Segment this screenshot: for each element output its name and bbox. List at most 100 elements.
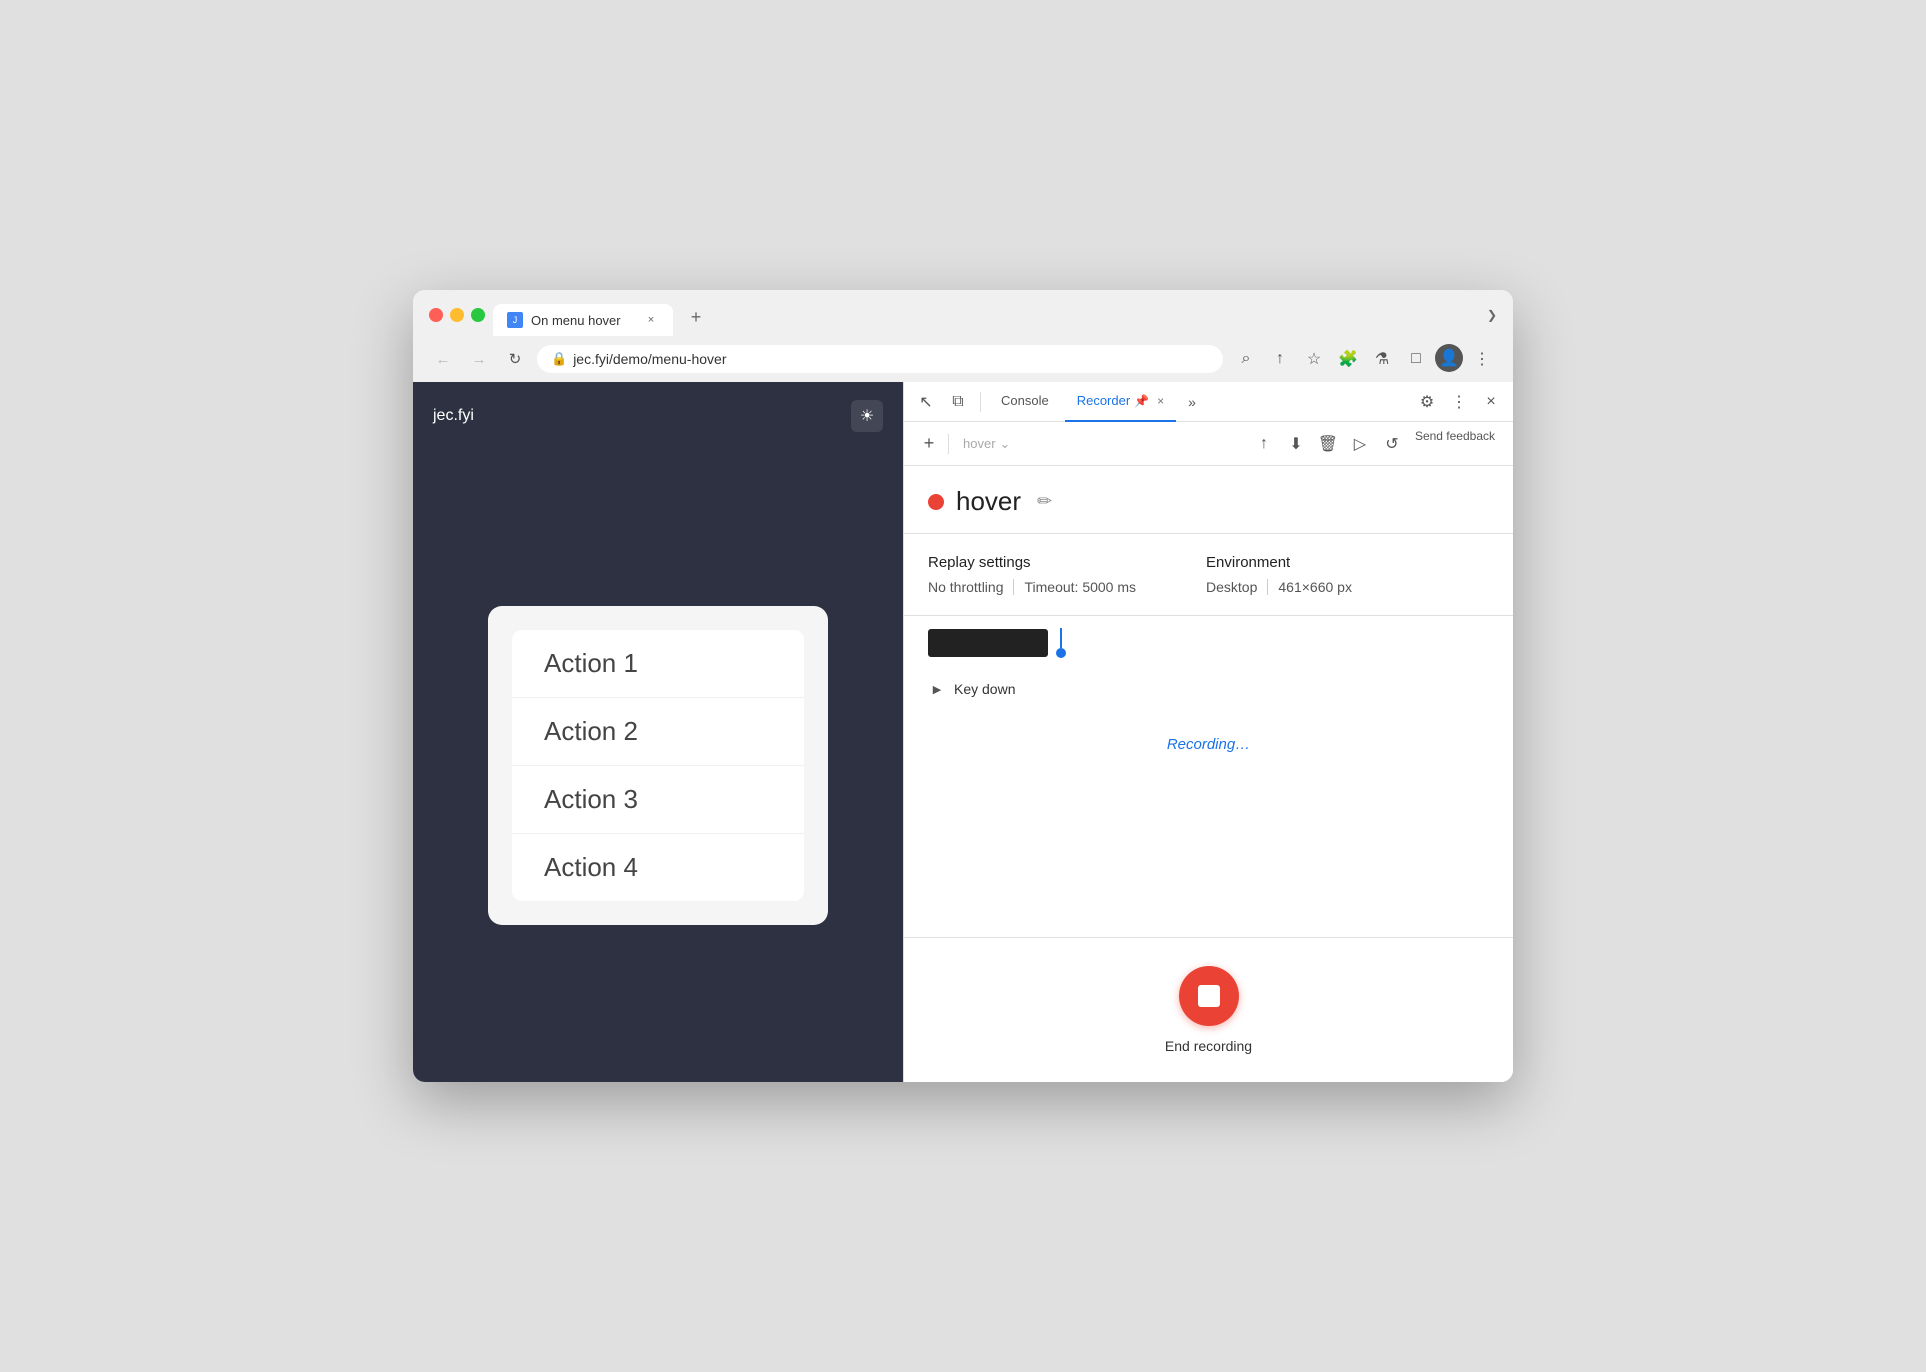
- search-action-button[interactable]: ⌕: [1231, 344, 1261, 374]
- edit-recording-name-button[interactable]: ✏: [1037, 491, 1052, 512]
- menu-container: Action 1 Action 2 Action 3 Action 4: [488, 606, 828, 925]
- settings-section: Replay settings No throttling Timeout: 5…: [904, 534, 1513, 616]
- reading-view-icon[interactable]: □: [1401, 344, 1431, 374]
- new-tab-button[interactable]: +: [681, 302, 711, 332]
- extension-icon[interactable]: 🧩: [1333, 344, 1363, 374]
- throttling-value: No throttling: [928, 579, 1013, 595]
- back-button[interactable]: ←: [429, 345, 457, 373]
- flask-icon[interactable]: ⚗: [1367, 344, 1397, 374]
- close-traffic-light[interactable]: [429, 308, 443, 322]
- menu-inner: Action 1 Action 2 Action 3 Action 4: [512, 630, 804, 901]
- site-header: jec.fyi ☀: [413, 382, 903, 450]
- pin-icon: 📌: [1134, 394, 1149, 408]
- recording-name-text: hover: [963, 436, 996, 451]
- download-icon: ⬇: [1289, 434, 1302, 454]
- recording-header: hover ✏: [904, 466, 1513, 534]
- timeline-dot: [1056, 648, 1066, 658]
- more-tabs-button[interactable]: »: [1180, 394, 1204, 410]
- console-tab-label: Console: [1001, 393, 1049, 408]
- traffic-lights: [429, 308, 485, 336]
- account-icon: 👤: [1439, 348, 1459, 368]
- toolbar-divider: [980, 392, 981, 412]
- device-toggle-button[interactable]: ⧉: [944, 388, 972, 416]
- environment-group: Environment Desktop 461×660 px: [1206, 554, 1362, 595]
- timeline-line: [1060, 628, 1062, 648]
- tab-console[interactable]: Console: [989, 382, 1061, 422]
- timeout-value: Timeout: 5000 ms: [1014, 579, 1146, 595]
- address-bar: ← → ↻ 🔒 jec.fyi/demo/menu-hover ⌕ ↑ ☆ 🧩 …: [413, 336, 1513, 382]
- url-bar[interactable]: 🔒 jec.fyi/demo/menu-hover: [537, 345, 1223, 373]
- recording-toolbar-divider: [948, 434, 949, 454]
- devtools-panel: ↖ ⧉ Console Recorder 📌 × » ⚙: [903, 382, 1513, 1082]
- add-step-button[interactable]: +: [916, 431, 942, 457]
- url-text: jec.fyi/demo/menu-hover: [573, 351, 726, 367]
- import-button[interactable]: ⬇: [1281, 429, 1311, 459]
- resolution-value: 461×660 px: [1268, 579, 1362, 595]
- device-toggle-icon: ⧉: [952, 393, 963, 411]
- menu-item-action2[interactable]: Action 2: [512, 698, 804, 766]
- end-recording-button[interactable]: [1179, 966, 1239, 1026]
- end-recording-label: End recording: [1165, 1038, 1252, 1054]
- address-bar-actions: ⌕ ↑ ☆ 🧩 ⚗ □ 👤 ⋮: [1231, 344, 1497, 374]
- cursor-inspector-icon: ↖: [919, 392, 932, 412]
- send-feedback-button[interactable]: Send feedback: [1409, 429, 1501, 459]
- title-bar: J On menu hover × + ❯: [413, 290, 1513, 336]
- menu-item-action3[interactable]: Action 3: [512, 766, 804, 834]
- inspect-element-button[interactable]: ↖: [912, 388, 940, 416]
- timeline-black-bar: [928, 629, 1048, 657]
- event-expand-button[interactable]: ▶: [928, 680, 946, 698]
- menu-item-action4[interactable]: Action 4: [512, 834, 804, 901]
- add-icon: +: [924, 433, 935, 454]
- chevron-down-icon: ⌄: [1000, 436, 1011, 452]
- forward-icon: →: [472, 351, 487, 368]
- tab-recorder[interactable]: Recorder 📌 ×: [1065, 382, 1176, 422]
- recording-toolbar: + hover ⌄ ↑ ⬇ 🗑: [904, 422, 1513, 466]
- forward-button[interactable]: →: [465, 345, 493, 373]
- menu-item-action1[interactable]: Action 1: [512, 630, 804, 698]
- bookmark-button[interactable]: ☆: [1299, 344, 1329, 374]
- tab-favicon: J: [507, 312, 523, 328]
- recording-name-dropdown[interactable]: hover ⌄: [955, 432, 1055, 456]
- maximize-traffic-light[interactable]: [471, 308, 485, 322]
- replay-settings-title: Replay settings: [928, 554, 1146, 571]
- key-down-event: ▶ Key down: [928, 670, 1489, 708]
- redo-button[interactable]: ↺: [1377, 429, 1407, 459]
- devtools-toolbar: ↖ ⧉ Console Recorder 📌 × » ⚙: [904, 382, 1513, 422]
- replay-settings-values: No throttling Timeout: 5000 ms: [928, 579, 1146, 595]
- share-button[interactable]: ↑: [1265, 344, 1295, 374]
- recording-name-label: hover: [956, 486, 1021, 517]
- site-center: Action 1 Action 2 Action 3 Action 4: [413, 450, 903, 1080]
- replay-settings-group: Replay settings No throttling Timeout: 5…: [928, 554, 1146, 595]
- tab-title: On menu hover: [531, 313, 635, 328]
- export-button[interactable]: ↑: [1249, 429, 1279, 459]
- tab-list-chevron-icon[interactable]: ❯: [1487, 308, 1497, 336]
- browser-tab[interactable]: J On menu hover ×: [493, 304, 673, 336]
- devtools-more-button[interactable]: ⋮: [1445, 388, 1473, 416]
- refresh-button[interactable]: ↻: [501, 345, 529, 373]
- device-value: Desktop: [1206, 579, 1267, 595]
- events-section: ▶ Key down Recording…: [904, 616, 1513, 937]
- site-logo: jec.fyi: [433, 407, 474, 425]
- recorder-tab-label: Recorder: [1077, 393, 1130, 408]
- replay-icon: ▷: [1354, 434, 1366, 454]
- environment-values: Desktop 461×660 px: [1206, 579, 1362, 595]
- refresh-icon: ↻: [509, 350, 522, 368]
- lock-icon: 🔒: [551, 351, 567, 367]
- tab-close-button[interactable]: ×: [643, 312, 659, 328]
- expand-arrow-icon: ▶: [933, 683, 941, 696]
- browser-menu-button[interactable]: ⋮: [1467, 344, 1497, 374]
- stop-icon: [1198, 985, 1220, 1007]
- devtools-settings-button[interactable]: ⚙: [1413, 388, 1441, 416]
- account-avatar[interactable]: 👤: [1435, 344, 1463, 372]
- recorder-tab-close-icon[interactable]: ×: [1157, 394, 1164, 408]
- replay-button[interactable]: ▷: [1345, 429, 1375, 459]
- delete-button[interactable]: 🗑: [1313, 429, 1343, 459]
- main-content: jec.fyi ☀ Action 1 Action 2 Action 3 Act…: [413, 382, 1513, 1082]
- timeline-bar: [928, 628, 1489, 658]
- minimize-traffic-light[interactable]: [450, 308, 464, 322]
- theme-toggle-button[interactable]: ☀: [851, 400, 883, 432]
- event-timeline: ▶ Key down: [904, 616, 1513, 720]
- sun-icon: ☀: [860, 406, 874, 426]
- timeline-indicator: [1056, 628, 1066, 658]
- devtools-close-button[interactable]: ×: [1477, 388, 1505, 416]
